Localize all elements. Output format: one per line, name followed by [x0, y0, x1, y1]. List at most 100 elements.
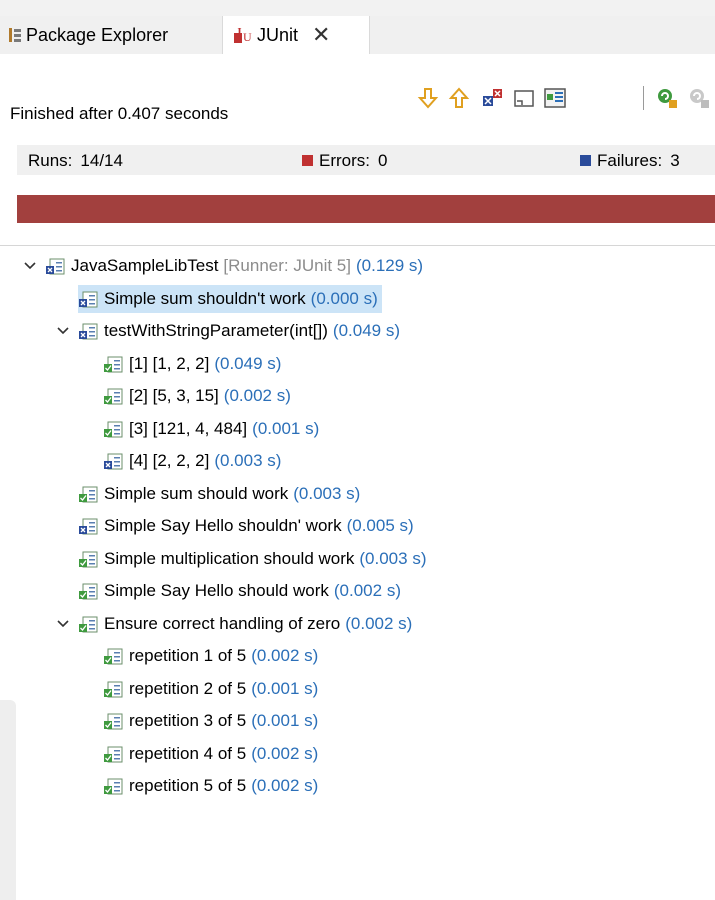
- close-icon[interactable]: ✕: [312, 24, 330, 46]
- tree-item-duration: (0.002 s): [251, 776, 319, 795]
- test-passed-icon: [104, 388, 123, 405]
- tree-item-label: repetition 5 of 5: [129, 776, 247, 795]
- tree-item-duration: (0.002 s): [251, 743, 319, 763]
- window-edge: [0, 0, 715, 16]
- tree-item[interactable]: [1] [1, 2, 2] (0.049 s): [103, 350, 281, 378]
- tree-item-label: repetition 1 of 5: [129, 646, 247, 665]
- tree-item-duration: (0.001 s): [251, 711, 319, 730]
- test-suite-failed-icon: [46, 258, 65, 275]
- tree-item-duration: (0.001 s): [251, 678, 319, 698]
- test-passed-icon: [79, 486, 98, 502]
- tree-item-duration: (0.003 s): [214, 451, 282, 470]
- test-passed-icon: [104, 421, 123, 437]
- failures-value: 3: [670, 151, 680, 170]
- tab-package-explorer[interactable]: Package Explorer: [0, 16, 222, 54]
- tab-label: JUnit: [257, 24, 299, 45]
- tree-item[interactable]: repetition 2 of 5 (0.001 s): [103, 675, 318, 703]
- chevron-down-icon[interactable]: [56, 617, 70, 631]
- failures-label: Failures:: [597, 151, 663, 170]
- junit-icon: J U: [234, 26, 252, 44]
- test-suite-passed-icon: [79, 616, 98, 632]
- tree-item-duration: (0.002 s): [251, 646, 319, 665]
- next-failure-icon[interactable]: [416, 86, 440, 110]
- tree-item-label: repetition 4 of 5: [129, 743, 247, 763]
- tree-item[interactable]: testWithStringParameter(int[]) (0.049 s): [78, 317, 400, 345]
- toolbar-separator: [643, 86, 644, 110]
- package-explorer-icon: [9, 28, 21, 42]
- tree-item[interactable]: Simple sum should work (0.003 s): [78, 480, 360, 508]
- test-passed-icon: [79, 551, 98, 567]
- runs-counter: Runs: 14/14: [28, 151, 123, 171]
- tree-item-label: JavaSampleLibTest: [71, 256, 219, 275]
- tab-label: Package Explorer: [26, 24, 169, 45]
- svg-text:U: U: [243, 30, 252, 44]
- test-passed-icon: [104, 713, 123, 730]
- chevron-down-icon[interactable]: [23, 259, 37, 273]
- errors-counter: Errors: 0: [302, 151, 387, 171]
- tab-junit[interactable]: J U JUnit ✕: [222, 16, 370, 54]
- tree-item-duration: (0.002 s): [345, 613, 413, 633]
- show-failures-only-icon[interactable]: [480, 86, 504, 110]
- previous-failure-icon[interactable]: [447, 86, 471, 110]
- tree-item[interactable]: Ensure correct handling of zero (0.002 s): [78, 610, 412, 638]
- test-passed-icon: [104, 356, 123, 372]
- tree-item-label: repetition 2 of 5: [129, 678, 247, 698]
- tree-item-duration: (0.049 s): [214, 353, 282, 373]
- tree-item[interactable]: repetition 4 of 5 (0.002 s): [103, 740, 318, 768]
- test-passed-icon: [79, 583, 98, 600]
- junit-toolbar: [0, 54, 715, 98]
- view-tab-strip: Package Explorer J U JUnit ✕: [0, 16, 715, 54]
- layout-icon[interactable]: [543, 86, 567, 110]
- tree-item-duration: (0.001 s): [252, 418, 320, 438]
- tree-item-label: [4] [2, 2, 2]: [129, 451, 210, 470]
- tree-item[interactable]: Simple sum shouldn't work (0.000 s): [78, 284, 382, 313]
- tree-item-label: Simple Say Hello shouldn' work: [104, 516, 342, 535]
- tree-item-label: [3] [121, 4, 484]: [129, 418, 248, 438]
- tree-item[interactable]: repetition 5 of 5 (0.002 s): [103, 772, 318, 800]
- tree-item-duration: (0.003 s): [359, 548, 427, 568]
- tree-item-label: Simple sum should work: [104, 483, 289, 503]
- tree-item[interactable]: Simple Say Hello shouldn' work (0.005 s): [78, 512, 414, 540]
- test-suite-failed-icon: [79, 323, 98, 340]
- tree-item-label: Simple Say Hello should work: [104, 581, 329, 600]
- failures-counter: Failures: 3: [580, 151, 680, 171]
- test-failed-icon: [79, 518, 98, 535]
- divider: [0, 245, 715, 246]
- tree-item-duration: (0.000 s): [310, 288, 378, 308]
- rerun-failed-icon[interactable]: [687, 86, 711, 110]
- tree-item-duration: (0.002 s): [333, 581, 401, 600]
- tree-item[interactable]: repetition 1 of 5 (0.002 s): [103, 642, 318, 670]
- rerun-test-icon[interactable]: [655, 86, 679, 110]
- test-passed-icon: [104, 681, 123, 697]
- test-passed-icon: [104, 746, 123, 762]
- tree-item[interactable]: JavaSampleLibTest [Runner: JUnit 5] (0.129…: [45, 252, 423, 280]
- window-edge-left: [0, 700, 16, 900]
- tree-item-duration: (0.002 s): [223, 386, 291, 405]
- status-text: Finished after 0.407 seconds: [10, 104, 229, 123]
- tree-item-label: [1] [1, 2, 2]: [129, 353, 210, 373]
- errors-value: 0: [378, 151, 388, 170]
- tree-item-duration: (0.005 s): [346, 516, 414, 535]
- tree-item-label: Simple multiplication should work: [104, 548, 355, 568]
- tree-item-duration: (0.049 s): [332, 321, 400, 340]
- tree-item-label: [2] [5, 3, 15]: [129, 386, 219, 405]
- test-failed-icon: [104, 453, 123, 470]
- tree-item-label: testWithStringParameter(int[]): [104, 321, 328, 340]
- tree-item[interactable]: Simple multiplication should work (0.003 …: [78, 545, 426, 573]
- tree-item[interactable]: repetition 3 of 5 (0.001 s): [103, 707, 318, 735]
- tree-item-label: Ensure correct handling of zero: [104, 613, 341, 633]
- svg-text:J: J: [236, 26, 242, 38]
- tree-item-duration: (0.003 s): [293, 483, 361, 503]
- tree-item-label: Simple sum shouldn't work: [104, 288, 306, 308]
- tree-item-duration: (0.129 s): [355, 256, 424, 275]
- tree-item[interactable]: Simple Say Hello should work (0.002 s): [78, 577, 401, 605]
- progress-bar: [17, 195, 715, 223]
- scroll-lock-icon[interactable]: [512, 86, 536, 110]
- runs-value: 14/14: [80, 151, 123, 170]
- tree-item[interactable]: [2] [5, 3, 15] (0.002 s): [103, 382, 291, 410]
- tree-item-runner: [Runner: JUnit 5]: [223, 256, 351, 275]
- tree-item[interactable]: [4] [2, 2, 2] (0.003 s): [103, 447, 281, 475]
- test-passed-icon: [104, 648, 123, 665]
- tree-item[interactable]: [3] [121, 4, 484] (0.001 s): [103, 415, 319, 443]
- chevron-down-icon[interactable]: [56, 324, 70, 338]
